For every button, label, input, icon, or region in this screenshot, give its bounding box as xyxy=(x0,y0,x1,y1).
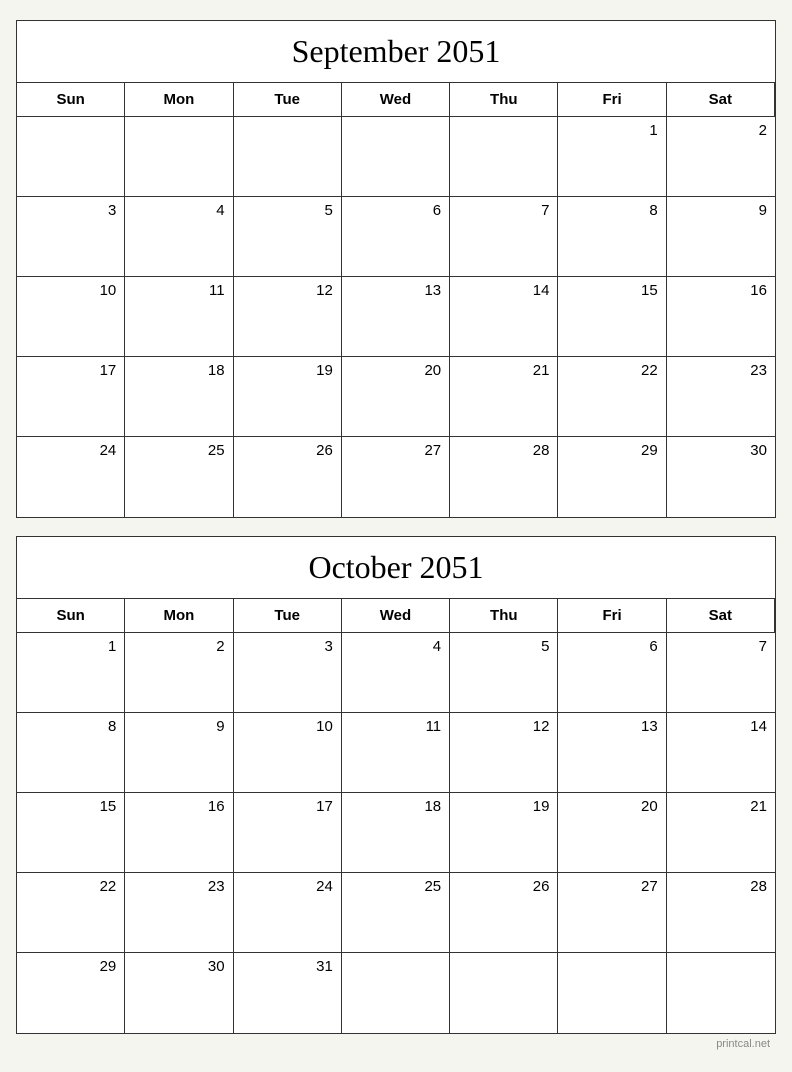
day-cell: 18 xyxy=(125,357,233,437)
day-cell: 19 xyxy=(234,357,342,437)
day-cell: 22 xyxy=(17,873,125,953)
day-cell: 25 xyxy=(342,873,450,953)
day-header: Tue xyxy=(234,599,342,633)
day-cell: 8 xyxy=(558,197,666,277)
day-cell: 17 xyxy=(17,357,125,437)
day-cell: 22 xyxy=(558,357,666,437)
day-cell: 15 xyxy=(17,793,125,873)
calendars-container: September 2051SunMonTueWedThuFriSat12345… xyxy=(16,20,776,1034)
calendar-title-october-2051: October 2051 xyxy=(17,537,775,599)
day-cell: 9 xyxy=(667,197,775,277)
day-cell: 3 xyxy=(234,633,342,713)
calendar-september-2051: September 2051SunMonTueWedThuFriSat12345… xyxy=(16,20,776,518)
day-cell: 27 xyxy=(558,873,666,953)
day-cell: 2 xyxy=(125,633,233,713)
day-cell: 21 xyxy=(667,793,775,873)
day-cell: 17 xyxy=(234,793,342,873)
day-cell: 28 xyxy=(450,437,558,517)
day-cell: 5 xyxy=(450,633,558,713)
day-cell: 24 xyxy=(234,873,342,953)
day-cell: 4 xyxy=(342,633,450,713)
day-cell: 20 xyxy=(558,793,666,873)
day-cell: 15 xyxy=(558,277,666,357)
day-header: Thu xyxy=(450,83,558,117)
day-cell: 23 xyxy=(667,357,775,437)
day-cell xyxy=(558,953,666,1033)
day-cell xyxy=(450,117,558,197)
day-header: Wed xyxy=(342,83,450,117)
day-header: Tue xyxy=(234,83,342,117)
day-cell: 10 xyxy=(234,713,342,793)
day-cell: 4 xyxy=(125,197,233,277)
day-cell xyxy=(342,953,450,1033)
day-cell: 29 xyxy=(558,437,666,517)
calendar-title-september-2051: September 2051 xyxy=(17,21,775,83)
day-header: Sun xyxy=(17,83,125,117)
day-cell: 14 xyxy=(450,277,558,357)
day-cell: 25 xyxy=(125,437,233,517)
day-cell: 6 xyxy=(558,633,666,713)
calendar-october-2051: October 2051SunMonTueWedThuFriSat1234567… xyxy=(16,536,776,1034)
day-cell: 3 xyxy=(17,197,125,277)
day-cell xyxy=(17,117,125,197)
day-cell: 2 xyxy=(667,117,775,197)
day-cell: 8 xyxy=(17,713,125,793)
day-cell: 16 xyxy=(667,277,775,357)
day-header: Mon xyxy=(125,83,233,117)
day-header: Wed xyxy=(342,599,450,633)
day-cell: 19 xyxy=(450,793,558,873)
day-cell: 30 xyxy=(125,953,233,1033)
day-header: Sat xyxy=(667,83,775,117)
watermark: printcal.net xyxy=(16,1034,776,1052)
day-header: Fri xyxy=(558,599,666,633)
day-cell: 23 xyxy=(125,873,233,953)
day-cell: 18 xyxy=(342,793,450,873)
day-cell: 12 xyxy=(450,713,558,793)
day-header: Fri xyxy=(558,83,666,117)
day-cell: 5 xyxy=(234,197,342,277)
day-cell: 20 xyxy=(342,357,450,437)
day-cell: 9 xyxy=(125,713,233,793)
day-header: Sat xyxy=(667,599,775,633)
day-header: Thu xyxy=(450,599,558,633)
day-cell: 14 xyxy=(667,713,775,793)
day-cell xyxy=(234,117,342,197)
day-cell: 11 xyxy=(125,277,233,357)
day-cell: 28 xyxy=(667,873,775,953)
day-cell: 16 xyxy=(125,793,233,873)
day-header: Sun xyxy=(17,599,125,633)
day-cell: 10 xyxy=(17,277,125,357)
day-cell: 6 xyxy=(342,197,450,277)
day-cell xyxy=(450,953,558,1033)
day-cell: 21 xyxy=(450,357,558,437)
day-cell xyxy=(342,117,450,197)
day-cell: 26 xyxy=(234,437,342,517)
day-cell: 1 xyxy=(17,633,125,713)
day-header: Mon xyxy=(125,599,233,633)
day-cell: 11 xyxy=(342,713,450,793)
day-cell: 13 xyxy=(558,713,666,793)
day-cell: 29 xyxy=(17,953,125,1033)
day-cell: 26 xyxy=(450,873,558,953)
day-cell: 12 xyxy=(234,277,342,357)
day-cell: 31 xyxy=(234,953,342,1033)
day-cell: 24 xyxy=(17,437,125,517)
day-cell xyxy=(667,953,775,1033)
day-cell: 1 xyxy=(558,117,666,197)
day-cell: 13 xyxy=(342,277,450,357)
day-cell: 7 xyxy=(667,633,775,713)
day-cell xyxy=(125,117,233,197)
calendar-grid-october-2051: SunMonTueWedThuFriSat1234567891011121314… xyxy=(17,599,775,1033)
day-cell: 27 xyxy=(342,437,450,517)
day-cell: 30 xyxy=(667,437,775,517)
day-cell: 7 xyxy=(450,197,558,277)
calendar-grid-september-2051: SunMonTueWedThuFriSat1234567891011121314… xyxy=(17,83,775,517)
